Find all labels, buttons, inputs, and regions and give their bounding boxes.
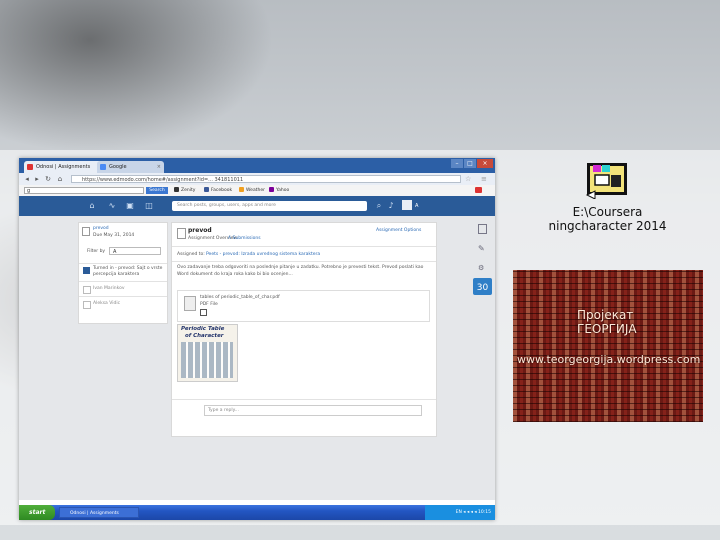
divider xyxy=(172,246,436,247)
favicon-icon xyxy=(100,164,106,170)
reply-input[interactable]: Type a reply... xyxy=(204,405,422,416)
tools-icon[interactable]: ✎ xyxy=(478,244,485,253)
sidebar-item-submission[interactable]: Turned in - prevod: Sajt o vrste percepc… xyxy=(93,266,165,278)
reload-icon[interactable]: ↻ xyxy=(44,175,52,183)
avatar[interactable] xyxy=(402,200,412,210)
divider xyxy=(79,263,167,264)
assignment-sidebar-card: prevod Due May 31, 2014 Filter by A Turn… xyxy=(78,222,168,324)
brick-text-line2: ГЕОРГИЈА xyxy=(577,322,637,336)
menu-icon[interactable]: ≡ xyxy=(481,175,487,183)
divider xyxy=(79,281,167,282)
assignment-icon xyxy=(177,228,186,239)
bookmark-zenity[interactable]: Zenity xyxy=(174,187,195,194)
main-content: prevod Due May 31, 2014 Filter by A Turn… xyxy=(19,216,495,500)
address-bar-row: ◂ ▸ ↻ ⌂ https://www.edmodo.com/home#/ass… xyxy=(19,173,495,185)
divider xyxy=(172,399,436,400)
toolbar-badge-icon[interactable] xyxy=(475,187,484,195)
assignment-options-button[interactable]: Assignment Options xyxy=(376,228,421,233)
tab-strip: Odnosi | Assignments × Google × – □ × xyxy=(19,158,495,173)
pdf-file-icon xyxy=(184,296,196,311)
favicon-icon xyxy=(27,164,33,170)
taskbar-window-item[interactable]: Odnosi | Assignments xyxy=(59,507,139,518)
sidebar-due-date: Due May 31, 2014 xyxy=(93,233,135,238)
close-tab-icon[interactable]: × xyxy=(157,161,161,173)
folder-shortcut-icon[interactable] xyxy=(585,163,629,199)
facebook-icon xyxy=(204,187,209,192)
system-tray: EN ◂ ◂ ◂ ◂ 10:15 xyxy=(425,505,495,520)
bookmark-star-icon[interactable]: ☆ xyxy=(465,175,471,183)
window-controls: – □ × xyxy=(451,159,493,169)
url-input[interactable]: https://www.edmodo.com/home#/assignment?… xyxy=(71,175,461,183)
assignment-icon xyxy=(82,227,90,236)
global-search-input[interactable]: Search posts, groups, users, apps and mo… xyxy=(172,201,367,211)
google-search-button[interactable]: Search xyxy=(146,187,168,194)
assignment-description: Ovo zadavanje treba odgovoriti na posled… xyxy=(177,265,424,277)
tab-label: Odnosi | Assignments xyxy=(36,164,91,170)
brick-text-line1: Пројекат xyxy=(577,308,634,322)
taskbar: start Odnosi | Assignments EN ◂ ◂ ◂ ◂ 10… xyxy=(19,505,495,520)
shortcut-label[interactable]: E:\Coursera ningcharacter 2014 xyxy=(540,205,675,233)
filter-label: Filter by xyxy=(87,249,106,254)
tab-edmodo[interactable]: Odnosi | Assignments × xyxy=(24,161,106,173)
attachment-type: PDF File xyxy=(200,302,218,307)
image-title-line1: Periodic Table xyxy=(181,326,225,332)
maximize-button[interactable]: □ xyxy=(464,159,476,168)
image-title-line2: of Character xyxy=(185,333,224,339)
sidebar-item-student[interactable]: Ivan Marinkov xyxy=(93,286,125,291)
brick-wall-image: Пројекат ГЕОРГИЈА www.teorgeorgija.wordp… xyxy=(513,270,703,422)
tab-submissions[interactable]: A Submissions xyxy=(228,236,261,241)
student-checkbox[interactable] xyxy=(83,301,91,309)
yahoo-icon xyxy=(269,187,274,192)
calendar-icon[interactable]: 30 xyxy=(473,278,492,295)
assignment-title: prevod xyxy=(188,227,212,234)
app-header: ⌂ ∿ ▣ ◫ Search posts, groups, users, app… xyxy=(19,196,495,216)
backpack-icon[interactable]: ▣ xyxy=(125,201,135,211)
sidebar-item-student[interactable]: Aleksa Vidic xyxy=(93,301,120,306)
start-button[interactable]: start xyxy=(19,505,55,520)
periodic-table-image[interactable]: Periodic Table of Character xyxy=(177,324,238,382)
home-icon[interactable]: ⌂ xyxy=(87,201,97,211)
minimize-button[interactable]: – xyxy=(451,159,463,168)
back-icon[interactable]: ◂ xyxy=(23,175,31,183)
bookmark-yahoo[interactable]: Yahoo xyxy=(269,187,289,194)
notifications-icon[interactable]: ♪ xyxy=(386,201,396,211)
home-icon[interactable]: ⌂ xyxy=(56,175,64,183)
bookmark-facebook[interactable]: Facebook xyxy=(204,187,232,194)
assigned-to-value[interactable]: Peets - prevod: Izrada uvrednog sistema … xyxy=(206,252,320,257)
tab-label: Google xyxy=(109,164,127,170)
attachment-name[interactable]: tables of periodic_table_of_char.pdf xyxy=(200,295,280,300)
divider xyxy=(79,296,167,297)
tab-google[interactable]: Google × xyxy=(97,161,164,173)
student-checkbox[interactable] xyxy=(83,286,91,294)
forward-icon[interactable]: ▸ xyxy=(33,175,41,183)
user-menu[interactable]: A xyxy=(415,201,418,211)
student-avatar xyxy=(83,267,90,274)
activity-icon[interactable]: ∿ xyxy=(107,201,117,211)
brick-text-line3: www.teorgeorgija.wordpress.com xyxy=(517,353,701,366)
close-window-button[interactable]: × xyxy=(477,159,493,168)
zenity-icon xyxy=(174,187,179,192)
assigned-to-label: Assigned to: xyxy=(177,252,205,257)
attachment-card[interactable]: tables of periodic_table_of_char.pdf PDF… xyxy=(177,290,430,322)
sidebar-assignment-title[interactable]: prevod xyxy=(93,226,109,231)
notes-icon[interactable] xyxy=(478,224,487,234)
library-icon[interactable]: ◫ xyxy=(144,201,154,211)
edit-icon[interactable] xyxy=(200,309,207,316)
bookmark-weather[interactable]: Weather xyxy=(239,187,265,194)
settings-icon[interactable]: ⚙ xyxy=(478,264,484,272)
weather-icon xyxy=(239,187,244,192)
google-search-input[interactable]: g xyxy=(24,187,144,194)
browser-window: Odnosi | Assignments × Google × – □ × ◂ … xyxy=(19,158,495,520)
filter-select[interactable]: A xyxy=(109,247,161,255)
assignment-panel: prevod Assignment Overview A Submissions… xyxy=(171,222,437,437)
table-grid-graphic xyxy=(181,342,233,378)
right-rail: ✎ ⚙ 30 xyxy=(473,222,493,312)
divider xyxy=(172,261,436,262)
